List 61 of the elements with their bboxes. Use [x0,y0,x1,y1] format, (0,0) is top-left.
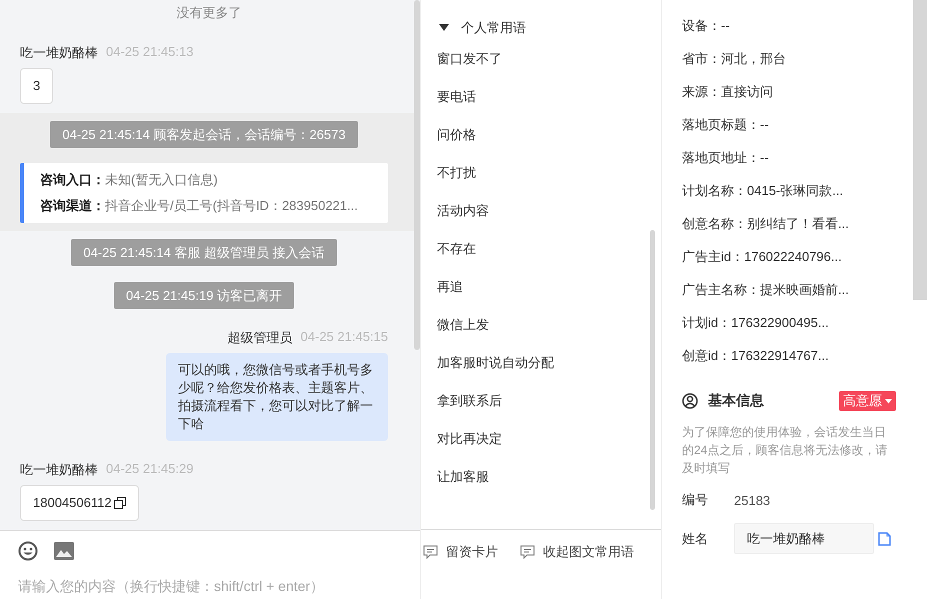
field-label: 姓名 [682,530,709,548]
system-notice: 04-25 21:45:14 顾客发起会话，会话编号：26573 [50,121,358,148]
phrase-item[interactable]: 不打扰 [421,154,661,192]
sender-name: 吃一堆奶酪棒 [20,461,98,477]
sender-name: 吃一堆奶酪棒 [20,44,98,60]
caret-icon [439,24,449,32]
message-bubble: 可以的哦，您微信号或者手机号多少呢？给您发价格表、主题客片、拍摄流程看下，您可以对比了解一下哈 [166,353,388,441]
message-time: 04-25 21:45:29 [106,461,194,477]
info-row-text: 计划名称：0415-张琳同款... [682,182,844,200]
name-field[interactable]: 吃一堆奶酪棒 [734,523,874,554]
message-time: 04-25 21:45:15 [300,329,388,345]
info-row-text: 广告主id：176022240796... [682,248,843,266]
phrase-item[interactable]: 不存在 [421,230,661,268]
group-header[interactable]: 个人常用语 [421,0,661,40]
system-notice: 04-25 21:45:19 访客已离开 [114,282,294,309]
info-row-text: 落地页地址：-- [682,149,770,167]
phrase-item[interactable]: 对比再决定 [421,420,661,458]
entry-value: 未知(暂无入口信息) [105,172,218,187]
phrase-item[interactable]: 微信上发 [421,306,661,344]
info-row-text: 创意id：176322914767... [682,347,830,365]
info-row-text: 设备：-- [682,17,731,35]
message-icon [520,545,535,559]
scrollbar[interactable] [913,0,927,300]
emoji-icon[interactable] [18,541,38,561]
image-icon[interactable] [54,542,74,560]
phrase-item[interactable]: 再追 [421,268,661,306]
phrase-action-button[interactable]: 留资卡片 [423,543,498,561]
section-title: 基本信息 [708,392,765,410]
scrollbar[interactable] [650,230,655,510]
scrollbar[interactable] [414,0,420,350]
info-row-text: 省市：河北，邢台 [682,50,787,68]
message-bubble: 18004506112 [20,485,139,521]
phrase-item[interactable]: 窗口发不了 [421,40,661,78]
field-value: 25183 [734,492,770,508]
message-time: 04-25 21:45:13 [106,44,194,60]
copy-icon[interactable] [114,497,126,509]
phrase-item[interactable]: 问价格 [421,116,661,154]
message-bubble: 3 [20,68,54,104]
caret-icon [885,398,892,404]
system-notice: 04-25 21:45:14 客服 超级管理员 接入会话 [71,239,337,266]
entry-value: 抖音企业号/员工号(抖音号ID：283950221... [105,198,358,213]
field-label: 编号 [682,491,709,509]
user-icon [682,393,698,409]
info-row-text: 来源：直接访问 [682,83,774,101]
entry-label: 咨询渠道： [40,198,105,213]
message-icon [423,545,438,559]
no-more-text: 没有更多了 [176,4,242,22]
sender-name: 超级管理员 [228,329,293,345]
phrase-item[interactable]: 加客服时说自动分配 [421,344,661,382]
phrase-action-button[interactable]: 收起图文常用语 [520,543,634,561]
notice-text: 为了保障您的使用体验，会话发生当日的24点之后，顾客信息将无法修改，请及时填写 [682,424,888,477]
info-row-text: 落地页标题：-- [682,116,770,134]
phrase-item[interactable]: 拿到联系后 [421,382,661,420]
phrase-item[interactable]: 让加客服 [421,458,661,496]
intent-tag[interactable]: 高意愿 [839,391,896,411]
phrase-item[interactable]: 要电话 [421,78,661,116]
entry-label: 咨询入口： [40,172,105,187]
info-row-text: 计划id：176322900495... [682,314,830,332]
info-row-text: 广告主名称：提米映画婚前... [682,281,850,299]
phrase-item[interactable]: 活动内容 [421,192,661,230]
info-row-text: 创意名称：别纠结了！看看... [682,215,850,233]
